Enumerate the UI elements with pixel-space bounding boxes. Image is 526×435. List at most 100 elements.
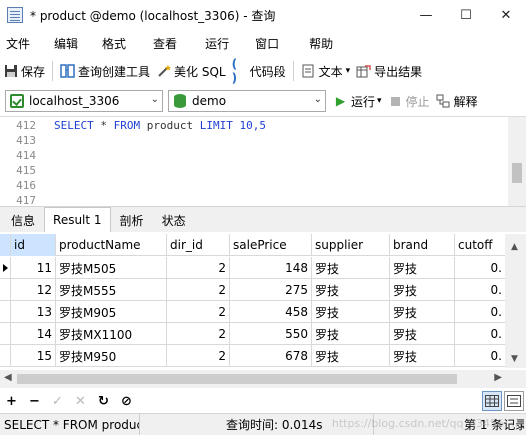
result-grid[interactable]: id productName dir_id salePrice supplier… — [0, 234, 526, 368]
code-snippet-button[interactable]: ( ) 代码段 — [229, 57, 289, 85]
table-row[interactable]: 15 罗技M950 2 678 罗技 罗技 0. — [0, 345, 505, 367]
cell-id[interactable]: 11 — [11, 257, 56, 279]
editor-line: 412 SELECT * FROM product LIMIT 10,5 — [0, 119, 505, 134]
add-record-button[interactable]: + — [0, 390, 23, 412]
tab-profile[interactable]: 剖析 — [111, 208, 153, 232]
column-header-dir-id[interactable]: dir_id — [167, 234, 230, 256]
cell-id[interactable]: 15 — [11, 345, 56, 367]
cell-supplier[interactable]: 罗技 — [312, 279, 390, 301]
sql-editor[interactable]: 412 SELECT * FROM product LIMIT 10,5 413… — [0, 116, 526, 207]
menu-file[interactable]: 文件 — [0, 35, 30, 52]
cell-productname[interactable]: 罗技M555 — [56, 279, 167, 301]
cell-saleprice[interactable]: 678 — [230, 345, 312, 367]
apply-changes-button[interactable]: ✓ — [46, 390, 69, 412]
cell-brand[interactable]: 罗技 — [390, 323, 455, 345]
save-button[interactable]: 保存 — [0, 59, 48, 83]
cell-dir-id[interactable]: 2 — [167, 345, 230, 367]
connection-select[interactable]: localhost_3306 ⌄ — [5, 90, 163, 112]
explain-icon — [436, 94, 451, 109]
scroll-left-icon[interactable]: ◀ — [4, 372, 12, 383]
cell-id[interactable]: 13 — [11, 301, 56, 323]
connection-icon — [10, 94, 24, 108]
stop-query-button[interactable]: ⊘ — [115, 390, 138, 412]
cell-dir-id[interactable]: 2 — [167, 323, 230, 345]
column-header-supplier[interactable]: supplier — [312, 234, 390, 256]
minimize-button[interactable]: — — [406, 0, 446, 30]
horizontal-scroll-thumb[interactable] — [17, 374, 457, 384]
column-header-productname[interactable]: productName — [56, 234, 167, 256]
export-result-button[interactable]: 导出结果 — [353, 59, 425, 83]
editor-scrollbar[interactable] — [508, 117, 526, 207]
cell-productname[interactable]: 罗技MX1100 — [56, 323, 167, 345]
stop-button[interactable]: 停止 — [385, 89, 433, 113]
cell-dir-id[interactable]: 2 — [167, 301, 230, 323]
cell-brand[interactable]: 罗技 — [390, 279, 455, 301]
cell-saleprice[interactable]: 275 — [230, 279, 312, 301]
table-row[interactable]: 12 罗技M555 2 275 罗技 罗技 0. — [0, 279, 505, 301]
run-label: 运行 — [351, 94, 376, 109]
cell-brand[interactable]: 罗技 — [390, 257, 455, 279]
tab-info[interactable]: 信息 — [2, 208, 44, 232]
column-header-id[interactable]: id — [11, 234, 56, 256]
form-view-button[interactable] — [504, 391, 524, 411]
cell-cutoff[interactable]: 0. — [455, 345, 505, 367]
grid-view-button[interactable] — [482, 391, 502, 411]
cell-cutoff[interactable]: 0. — [455, 301, 505, 323]
cell-id[interactable]: 14 — [11, 323, 56, 345]
cell-supplier[interactable]: 罗技 — [312, 301, 390, 323]
column-header-cutoff[interactable]: cutoff — [455, 234, 505, 256]
grid-vertical-scrollbar[interactable]: ▲ ▼ — [505, 234, 526, 368]
table-row[interactable]: 11 罗技M505 2 148 罗技 罗技 0. — [0, 257, 505, 279]
cell-productname[interactable]: 罗技M950 — [56, 345, 167, 367]
cell-saleprice[interactable]: 148 — [230, 257, 312, 279]
tab-status[interactable]: 状态 — [153, 208, 195, 232]
cell-productname[interactable]: 罗技M505 — [56, 257, 167, 279]
menu-help[interactable]: 帮助 — [279, 35, 333, 52]
grid-horizontal-scrollbar[interactable]: ◀ ▶ — [0, 370, 526, 388]
query-builder-button[interactable]: 查询创建工具 — [57, 59, 153, 83]
run-button[interactable]: ▶ 运行 ▾ — [330, 89, 385, 113]
tab-result-1[interactable]: Result 1 — [44, 207, 111, 232]
menu-edit[interactable]: 编辑 — [30, 35, 78, 52]
grid-view-icon — [485, 395, 499, 407]
row-marker — [0, 234, 11, 256]
close-button[interactable]: ✕ — [486, 0, 526, 30]
maximize-button[interactable]: ☐ — [446, 0, 486, 30]
column-header-brand[interactable]: brand — [390, 234, 455, 256]
cell-supplier[interactable]: 罗技 — [312, 323, 390, 345]
cell-supplier[interactable]: 罗技 — [312, 257, 390, 279]
database-icon — [174, 94, 186, 108]
menu-format[interactable]: 格式 — [78, 35, 126, 52]
editor-scroll-thumb[interactable] — [512, 163, 522, 183]
cell-cutoff[interactable]: 0. — [455, 279, 505, 301]
menu-window[interactable]: 窗口 — [229, 35, 279, 52]
text-button[interactable]: 文本 ▾ — [298, 59, 354, 83]
cell-id[interactable]: 12 — [11, 279, 56, 301]
cell-cutoff[interactable]: 0. — [455, 323, 505, 345]
cell-productname[interactable]: 罗技M905 — [56, 301, 167, 323]
column-header-saleprice[interactable]: salePrice — [230, 234, 312, 256]
explain-button[interactable]: 解释 — [433, 89, 481, 113]
table-row[interactable]: 14 罗技MX1100 2 550 罗技 罗技 0. — [0, 323, 505, 345]
sql-keyword: FROM — [113, 119, 141, 132]
cell-dir-id[interactable]: 2 — [167, 279, 230, 301]
database-select[interactable]: demo ⌄ — [168, 90, 326, 112]
delete-record-button[interactable]: − — [23, 390, 46, 412]
scroll-up-icon[interactable]: ▲ — [511, 242, 518, 252]
scroll-down-icon[interactable]: ▼ — [511, 354, 518, 364]
refresh-button[interactable]: ↻ — [92, 390, 115, 412]
discard-changes-button[interactable]: ✕ — [69, 390, 92, 412]
cell-cutoff[interactable]: 0. — [455, 257, 505, 279]
table-row[interactable]: 13 罗技M905 2 458 罗技 罗技 0. — [0, 301, 505, 323]
menu-view[interactable]: 查看 — [126, 35, 177, 52]
cell-brand[interactable]: 罗技 — [390, 345, 455, 367]
cell-supplier[interactable]: 罗技 — [312, 345, 390, 367]
menu-run[interactable]: 运行 — [177, 35, 229, 52]
scroll-right-icon[interactable]: ▶ — [494, 372, 502, 383]
cell-dir-id[interactable]: 2 — [167, 257, 230, 279]
cell-saleprice[interactable]: 458 — [230, 301, 312, 323]
cell-saleprice[interactable]: 550 — [230, 323, 312, 345]
beautify-sql-button[interactable]: 美化 SQL — [153, 59, 229, 83]
cell-brand[interactable]: 罗技 — [390, 301, 455, 323]
sql-statement: SELECT * FROM product LIMIT 10,5 — [54, 119, 266, 134]
